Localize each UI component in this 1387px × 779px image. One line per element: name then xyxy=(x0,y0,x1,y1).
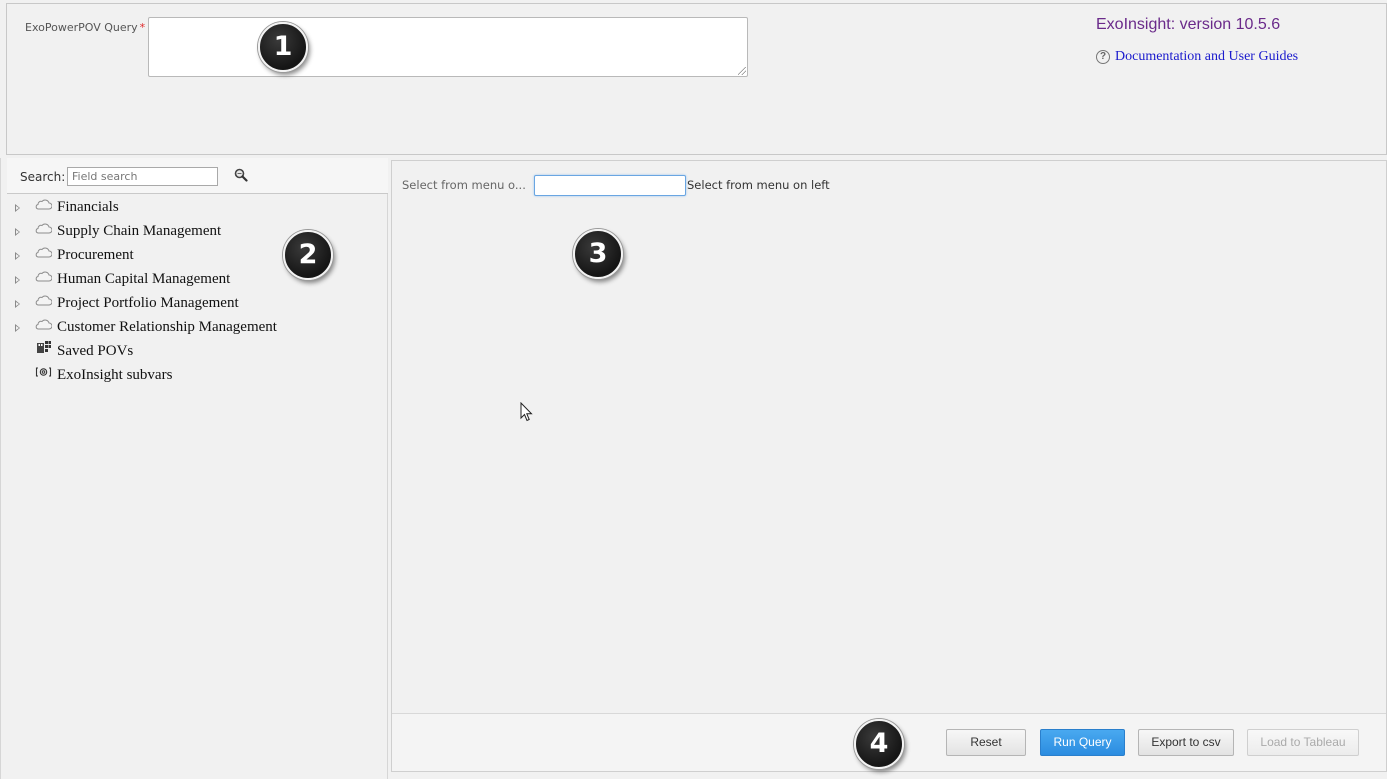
selection-input[interactable] xyxy=(534,175,686,196)
cloud-icon xyxy=(35,271,52,282)
export-csv-button[interactable]: Export to csv xyxy=(1138,729,1234,756)
field-tree: Financials Supply Chain Management Procu… xyxy=(1,196,381,388)
tree-item-label: Supply Chain Management xyxy=(57,223,222,239)
subvars-icon xyxy=(35,367,52,377)
tree-item-label: Financials xyxy=(57,199,119,215)
expand-arrow-icon[interactable] xyxy=(15,252,20,260)
query-label: ExoPowerPOV Query * xyxy=(25,21,145,34)
selection-hint: Select from menu on left xyxy=(687,178,830,192)
tree-item-financials[interactable]: Financials xyxy=(1,196,381,220)
query-label-text: ExoPowerPOV Query xyxy=(25,21,138,34)
tree-item-label: Procurement xyxy=(57,247,134,263)
expand-arrow-icon[interactable] xyxy=(15,204,20,212)
selection-panel: Select from menu o... Select from menu o… xyxy=(391,160,1387,772)
tree-item-label: Human Capital Management xyxy=(57,271,231,287)
resize-grip-icon[interactable] xyxy=(738,67,746,75)
load-tableau-button[interactable]: Load to Tableau xyxy=(1247,729,1359,756)
cloud-icon xyxy=(35,223,52,234)
cloud-icon xyxy=(35,199,52,210)
exoinsight-app: ExoPowerPOV Query * ExoInsight: version 1… xyxy=(0,0,1387,779)
tree-item-label: ExoInsight subvars xyxy=(57,367,173,383)
query-textarea[interactable] xyxy=(148,17,748,77)
expand-arrow-icon[interactable] xyxy=(15,324,20,332)
tree-item-label: Project Portfolio Management xyxy=(57,295,239,311)
question-circle-icon: ? xyxy=(1096,50,1110,64)
selection-label: Select from menu o... xyxy=(402,178,526,192)
callout-1: 1 xyxy=(258,22,308,72)
tree-item-label: Customer Relationship Management xyxy=(57,319,277,335)
expand-arrow-icon[interactable] xyxy=(15,300,20,308)
reset-button[interactable]: Reset xyxy=(946,729,1026,756)
cloud-icon xyxy=(35,295,52,306)
documentation-link[interactable]: ? Documentation and User Guides xyxy=(1096,49,1298,65)
magnifier-icon[interactable] xyxy=(234,168,248,182)
required-marker: * xyxy=(139,21,146,34)
tree-item-label: Saved POVs xyxy=(57,343,134,359)
tree-item-exoinsight-subvars[interactable]: ExoInsight subvars xyxy=(1,364,381,388)
tree-item-customer-relationship-management[interactable]: Customer Relationship Management xyxy=(1,316,381,340)
search-label: Search: xyxy=(20,170,66,184)
cloud-icon xyxy=(35,319,52,330)
saved-povs-icon xyxy=(37,341,51,353)
callout-3: 3 xyxy=(573,229,623,279)
run-query-button[interactable]: Run Query xyxy=(1040,729,1125,756)
callout-4: 4 xyxy=(854,719,904,769)
tree-item-project-portfolio-management[interactable]: Project Portfolio Management xyxy=(1,292,381,316)
cloud-icon xyxy=(35,247,52,258)
tree-item-saved-povs[interactable]: Saved POVs xyxy=(1,340,381,364)
documentation-link-text[interactable]: Documentation and User Guides xyxy=(1115,49,1298,65)
version-label: ExoInsight: version 10.5.6 xyxy=(1096,16,1281,33)
expand-arrow-icon[interactable] xyxy=(15,276,20,284)
query-panel: ExoPowerPOV Query * ExoInsight: version 1… xyxy=(6,3,1387,155)
expand-arrow-icon[interactable] xyxy=(15,228,20,236)
mouse-cursor-icon xyxy=(520,402,533,422)
field-search-input[interactable] xyxy=(67,167,218,186)
search-bar: Search: xyxy=(7,158,388,194)
callout-2: 2 xyxy=(283,230,333,280)
